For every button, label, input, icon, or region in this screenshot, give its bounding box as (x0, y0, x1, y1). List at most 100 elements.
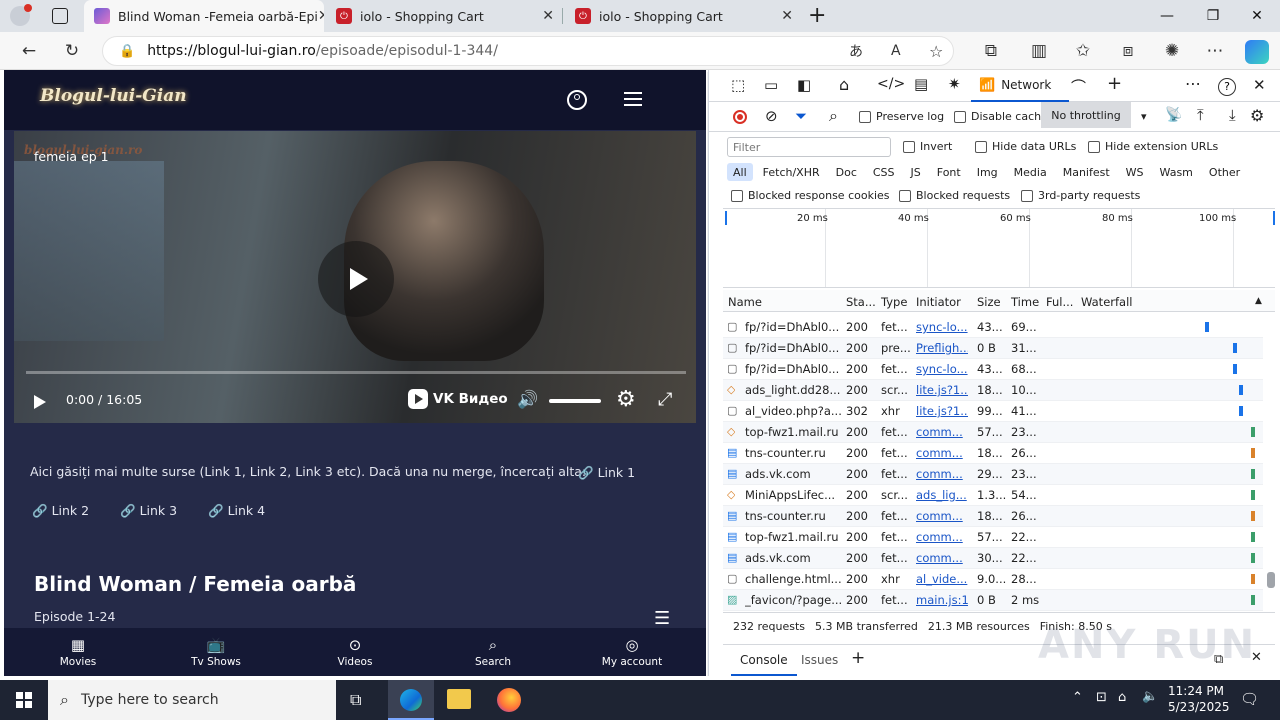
performance-panel-icon[interactable]: ⌒ (1071, 76, 1086, 97)
clear-icon[interactable]: ⊘ (765, 107, 778, 125)
type-ws[interactable]: WS (1120, 163, 1150, 181)
cell-init[interactable]: Prefligh... (916, 341, 968, 355)
refresh-icon[interactable]: ↻ (57, 36, 87, 66)
cell-init[interactable]: main.js:1 (916, 593, 968, 607)
col-waterfall[interactable]: Waterfall (1081, 295, 1132, 309)
video-progress-bar[interactable] (26, 371, 686, 374)
disable-cache-checkbox[interactable]: Disable cache (954, 110, 1048, 123)
task-view-icon[interactable]: ⧉ (350, 690, 361, 710)
performance-icon[interactable]: ✺ (1157, 36, 1187, 66)
account-icon[interactable] (567, 90, 587, 110)
nav-movies[interactable]: ▦ Movies (18, 628, 138, 676)
col-time[interactable]: Time (1011, 295, 1039, 309)
favorites-icon[interactable]: ✩ (1068, 36, 1098, 66)
more-tools-plus-icon[interactable]: + (1107, 73, 1122, 94)
throttle-dropdown-icon[interactable]: ▾ (1141, 110, 1147, 123)
collections-icon[interactable]: ⧈ (1113, 36, 1143, 66)
cell-init[interactable]: comm... (916, 530, 968, 544)
link-3[interactable]: 🔗 Link 3 (120, 503, 177, 519)
blocked-response-cookies-checkbox[interactable]: Blocked response cookies (731, 189, 890, 202)
col-name[interactable]: Name (728, 295, 762, 309)
link-1[interactable]: 🔗 Link 1 (578, 465, 635, 481)
console-panel-icon[interactable]: ▤ (914, 75, 928, 93)
search-icon[interactable]: ⌕ (829, 106, 838, 126)
settings-more-icon[interactable]: ⋯ (1200, 36, 1230, 66)
fullscreen-icon[interactable]: ⤢ (658, 389, 672, 410)
filter-input[interactable]: Filter (727, 137, 891, 157)
taskbar-search[interactable]: ⌕ Type here to search (48, 680, 336, 720)
throttling-select[interactable]: No throttling (1041, 102, 1131, 128)
extensions-icon[interactable]: ⧉ (976, 36, 1006, 66)
read-aloud-icon[interactable]: A (891, 43, 901, 59)
video-player[interactable]: blogul-lui-gian.ro femeia ep 1 0:00 / 16… (14, 131, 696, 423)
minimize-button[interactable]: — (1144, 0, 1190, 32)
link-4[interactable]: 🔗 Link 4 (208, 503, 265, 519)
close-window-button[interactable]: ✕ (1234, 0, 1280, 32)
type-manifest[interactable]: Manifest (1057, 163, 1116, 181)
network-request-row[interactable]: ▤ ads.vk.com 200 fet... comm... 30... 22... (723, 548, 1263, 569)
col-type[interactable]: Type (881, 295, 907, 309)
drawer-tab-console[interactable]: Console (731, 646, 797, 676)
invert-checkbox[interactable]: Invert (903, 140, 952, 153)
more-options-icon[interactable]: ⋯ (1185, 74, 1201, 93)
nav-videos[interactable]: ⊙ Videos (295, 628, 415, 676)
tray-volume-icon[interactable]: 🔈 (1142, 689, 1158, 704)
network-request-row[interactable]: ▢ fp/?id=DhAbl0... 200 fet... sync-lo... 43..… (723, 317, 1263, 338)
network-request-row[interactable]: ▨ _favicon/?page... 200 fet... main.js:1 0 B 2… (723, 590, 1263, 611)
episode-list-icon[interactable]: ☰ (654, 608, 670, 629)
help-icon[interactable]: ? (1218, 78, 1236, 96)
notifications-icon[interactable]: 🗨 (1240, 690, 1259, 708)
sort-ascending-icon[interactable]: ▲ (1255, 296, 1262, 306)
filter-funnel-icon[interactable]: ⏷ (795, 107, 807, 125)
tab-network[interactable]: 📶 Network (971, 70, 1069, 102)
cell-init[interactable]: comm... (916, 509, 968, 523)
record-icon[interactable] (733, 110, 747, 124)
cell-init[interactable]: al_vide... (916, 572, 968, 586)
export-har-icon[interactable]: ⤓ (1229, 106, 1236, 124)
file-explorer-icon[interactable] (447, 689, 471, 709)
close-tab-icon[interactable]: ✕ (542, 8, 554, 24)
elements-icon[interactable]: </> (877, 76, 905, 92)
tray-network-device-icon[interactable]: ⊡ (1096, 690, 1107, 705)
network-request-row[interactable]: ▤ ads.vk.com 200 fet... comm... 29... 23... (723, 464, 1263, 485)
hide-extension-urls-checkbox[interactable]: Hide extension URLs (1088, 140, 1218, 153)
type-img[interactable]: Img (971, 163, 1004, 181)
import-har-icon[interactable]: ⤒ (1197, 106, 1204, 124)
network-request-row[interactable]: ▤ tns-counter.ru 200 fet... comm... 18... 26..… (723, 506, 1263, 527)
type-doc[interactable]: Doc (830, 163, 863, 181)
type-fetch-xhr[interactable]: Fetch/XHR (757, 163, 826, 181)
nav-tv-shows[interactable]: 📺 Tv Shows (156, 628, 276, 676)
copilot-icon[interactable] (1245, 40, 1269, 64)
tab-blind-woman[interactable]: Blind Woman -Femeia oarbă-Epi ✕ (84, 0, 324, 32)
tab-actions-icon[interactable] (52, 8, 68, 24)
col-status[interactable]: Sta... (846, 295, 876, 309)
profile-avatar[interactable] (10, 4, 32, 26)
type-media[interactable]: Media (1008, 163, 1053, 181)
inspect-icon[interactable]: ⬚ (731, 76, 745, 94)
nav-search[interactable]: ⌕ Search (433, 628, 553, 676)
cell-init[interactable]: comm... (916, 425, 968, 439)
play-icon[interactable] (34, 395, 46, 409)
type-font[interactable]: Font (931, 163, 967, 181)
network-conditions-icon[interactable]: 📡 (1165, 107, 1182, 123)
nav-my-account[interactable]: ◎ My account (572, 628, 692, 676)
cell-init[interactable]: lite.js?1... (916, 383, 968, 397)
cell-init[interactable]: sync-lo... (916, 320, 968, 334)
network-settings-gear-icon[interactable]: ⚙ (1250, 106, 1264, 125)
col-initiator[interactable]: Initiator (916, 295, 961, 309)
cell-init[interactable]: sync-lo... (916, 362, 968, 376)
welcome-home-icon[interactable]: ⌂ (839, 75, 849, 94)
taskbar-clock[interactable]: 11:24 PM 5/23/2025 (1168, 684, 1230, 714)
table-scrollbar[interactable] (1265, 320, 1277, 610)
blocked-requests-checkbox[interactable]: Blocked requests (899, 189, 1010, 202)
edge-taskbar-button[interactable] (388, 680, 434, 720)
settings-gear-icon[interactable]: ⚙ (616, 387, 636, 412)
drawer-add-icon[interactable]: + (851, 648, 865, 668)
translate-icon[interactable]: あ (849, 41, 863, 61)
col-size[interactable]: Size (977, 295, 1001, 309)
network-request-row[interactable]: ▤ tns-counter.ru 200 fet... comm... 18... 26..… (723, 443, 1263, 464)
favorite-star-icon[interactable]: ☆ (929, 42, 943, 61)
tab-shopping-cart-1[interactable]: ⏻ iolo - Shopping Cart ✕ (326, 0, 562, 32)
big-play-button[interactable] (318, 241, 394, 317)
dock-icon[interactable]: ◧ (797, 76, 811, 94)
